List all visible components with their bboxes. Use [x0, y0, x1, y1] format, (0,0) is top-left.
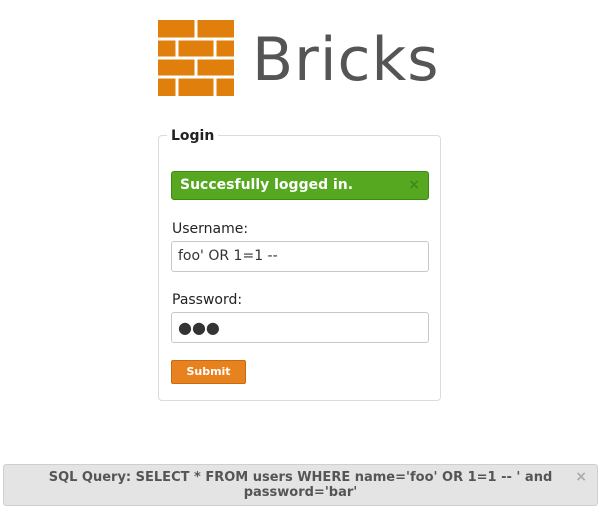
- login-legend: Login: [167, 127, 219, 145]
- username-label: Username:: [172, 221, 249, 237]
- username-input[interactable]: foo' OR 1=1 --: [171, 241, 429, 272]
- sql-query-notice: SQL Query: SELECT * FROM users WHERE nam…: [3, 464, 598, 506]
- alert-close-icon[interactable]: ×: [408, 172, 420, 199]
- app-title: Bricks: [252, 25, 440, 95]
- sql-query-text: SQL Query: SELECT * FROM users WHERE nam…: [48, 470, 553, 500]
- bricks-logo-icon: [158, 20, 234, 96]
- username-value: foo' OR 1=1 --: [178, 248, 278, 264]
- alert-message: Succesfully logged in.: [180, 177, 354, 193]
- success-alert: Succesfully logged in. ×: [171, 171, 429, 200]
- submit-button[interactable]: Submit: [171, 360, 246, 384]
- close-icon[interactable]: ×: [575, 470, 587, 485]
- password-mask: ●●●: [178, 318, 220, 337]
- password-input[interactable]: ●●●: [171, 312, 429, 343]
- login-form: Login Succesfully logged in. × Username:…: [158, 127, 441, 401]
- bricks-logo: Bricks: [158, 20, 439, 96]
- password-label: Password:: [172, 292, 243, 308]
